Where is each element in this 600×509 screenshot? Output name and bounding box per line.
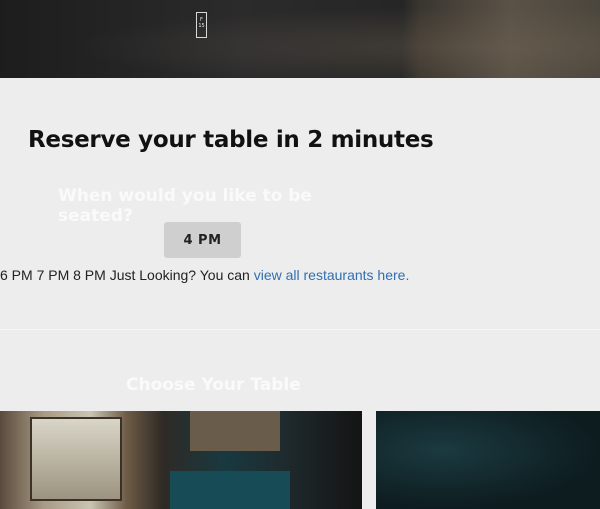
table-card-photo-2[interactable] — [376, 411, 600, 509]
hero-banner: F 15 — [0, 0, 600, 78]
section-divider — [0, 329, 600, 330]
other-time-options[interactable]: 6 PM 7 PM 8 PM — [0, 267, 106, 283]
date-chip[interactable]: F 15 — [196, 12, 207, 38]
time-option-4pm[interactable]: 4 PM — [164, 222, 241, 258]
date-chip-day: 15 — [198, 23, 205, 29]
table-card-lamp-image — [190, 411, 280, 451]
table-card-photo[interactable] — [0, 411, 362, 509]
browse-prefix: Just Looking? You can — [109, 267, 250, 283]
table-card-bench-image — [170, 471, 290, 509]
time-options-line: 6 PM 7 PM 8 PM Just Looking? You can vie… — [0, 266, 409, 284]
choose-table-heading: Choose Your Table — [126, 375, 301, 395]
page-title: Reserve your table in 2 minutes — [28, 127, 434, 153]
view-all-restaurants-link[interactable]: view all restaurants here. — [254, 267, 410, 283]
table-card-window-image — [30, 417, 122, 501]
seating-question: When would you like to be seated? — [58, 186, 312, 226]
